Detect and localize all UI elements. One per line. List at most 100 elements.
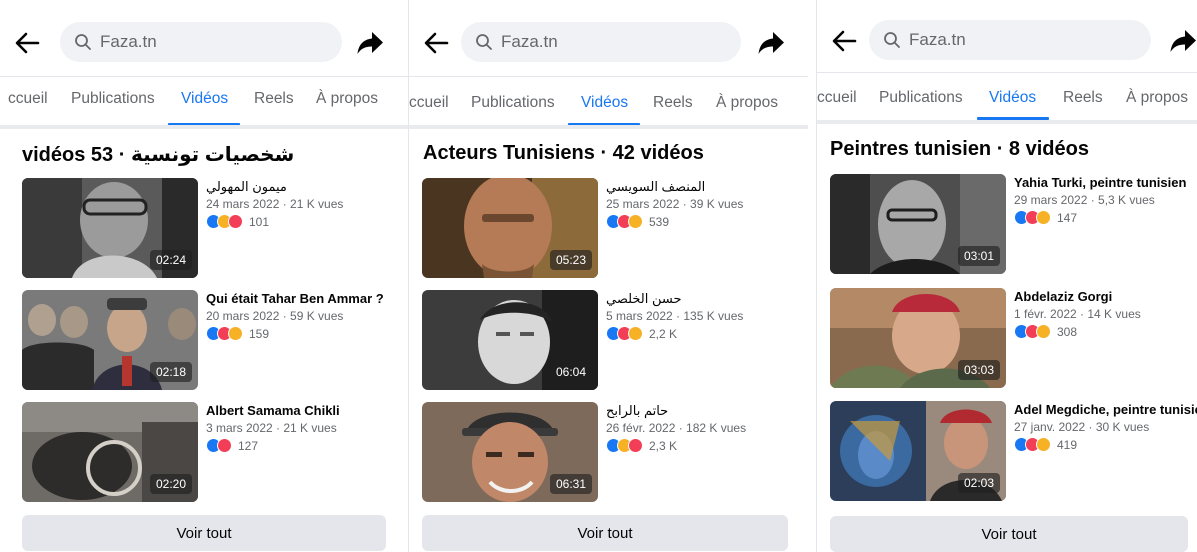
video-info: Abdelaziz Gorgi 1 févr. 2022 · 14 K vues… bbox=[1014, 288, 1197, 339]
video-page-panel: Faza.tn ccueil Publications Vidéos Reels… bbox=[817, 0, 1197, 552]
video-title[interactable]: حسن الخلصي bbox=[606, 290, 808, 307]
video-meta: 27 janv. 2022 · 30 K vues bbox=[1014, 420, 1150, 434]
page-tabs: ccueil Publications Vidéos Reels À propo… bbox=[817, 72, 1197, 122]
tab-videos[interactable]: Vidéos bbox=[989, 89, 1036, 107]
video-meta: 24 mars 2022 · 21 K vues bbox=[206, 197, 344, 211]
tab-videos[interactable]: Vidéos bbox=[181, 90, 228, 108]
reactions[interactable]: 101 bbox=[206, 214, 408, 229]
video-duration: 03:01 bbox=[957, 246, 1000, 266]
reaction-count: 308 bbox=[1057, 324, 1078, 339]
video-thumbnail[interactable]: 02:24 bbox=[22, 178, 198, 278]
tab-videos[interactable]: Vidéos bbox=[581, 94, 628, 112]
video-title[interactable]: حاتم بالرابح bbox=[606, 402, 808, 419]
video-thumbnail[interactable]: 02:03 bbox=[830, 401, 1006, 501]
video-thumbnail[interactable]: 02:18 bbox=[22, 290, 198, 390]
video-info: Yahia Turki, peintre tunisien 29 mars 20… bbox=[1014, 174, 1197, 225]
share-icon[interactable] bbox=[356, 30, 384, 56]
video-info: ميمون المهولي 24 mars 2022 · 21 K vues 1… bbox=[206, 178, 408, 229]
reaction-count: 2,3 K bbox=[649, 438, 678, 453]
back-arrow-icon[interactable] bbox=[14, 30, 40, 56]
reactions[interactable]: 308 bbox=[1014, 324, 1197, 339]
video-duration: 03:03 bbox=[957, 360, 1000, 380]
tab-accueil[interactable]: ccueil bbox=[817, 89, 857, 107]
video-item[interactable]: 02:03 Adel Megdiche, peintre tunisien 27… bbox=[830, 401, 1197, 501]
see-all-button[interactable]: Voir tout bbox=[830, 516, 1188, 552]
video-item[interactable]: 06:04 حسن الخلصي 5 mars 2022 · 135 K vue… bbox=[422, 290, 808, 390]
reactions[interactable]: 2,2 K bbox=[606, 326, 808, 341]
playlist-heading: Peintres tunisien · 8 vidéos bbox=[830, 138, 1089, 160]
search-input[interactable]: Faza.tn bbox=[461, 22, 741, 62]
love-icon bbox=[228, 214, 243, 229]
reactions[interactable]: 159 bbox=[206, 326, 408, 341]
reactions[interactable]: 539 bbox=[606, 214, 808, 229]
video-duration: 02:03 bbox=[957, 473, 1000, 493]
video-thumbnail[interactable]: 03:01 bbox=[830, 174, 1006, 274]
reactions[interactable]: 2,3 K bbox=[606, 438, 808, 453]
reaction-count: 127 bbox=[238, 438, 259, 453]
tabs-divider bbox=[0, 125, 408, 129]
video-duration: 06:04 bbox=[549, 362, 592, 382]
tab-publications[interactable]: Publications bbox=[471, 94, 555, 112]
video-info: المنصف السويسي 25 mars 2022 · 39 K vues … bbox=[606, 178, 808, 229]
video-thumbnail[interactable]: 06:04 bbox=[422, 290, 598, 390]
video-item[interactable]: 02:24 ميمون المهولي 24 mars 2022 · 21 K … bbox=[22, 178, 408, 278]
video-thumbnail[interactable]: 03:03 bbox=[830, 288, 1006, 388]
video-duration: 02:24 bbox=[149, 250, 192, 270]
video-thumbnail[interactable]: 02:20 bbox=[22, 402, 198, 502]
top-bar: Faza.tn bbox=[409, 0, 808, 76]
see-all-button[interactable]: Voir tout bbox=[22, 515, 386, 551]
video-thumbnail[interactable]: 06:31 bbox=[422, 402, 598, 502]
see-all-button[interactable]: Voir tout bbox=[422, 515, 788, 551]
search-value: Faza.tn bbox=[501, 32, 558, 51]
top-bar: Faza.tn bbox=[0, 0, 408, 76]
video-thumbnail[interactable]: 05:23 bbox=[422, 178, 598, 278]
page-tabs: ccueil Publications Vidéos Reels À propo… bbox=[0, 76, 408, 126]
video-title[interactable]: المنصف السويسي bbox=[606, 178, 808, 195]
video-item[interactable]: 06:31 حاتم بالرابح 26 févr. 2022 · 182 K… bbox=[422, 402, 808, 502]
page-tabs: ccueil Publications Vidéos Reels À propo… bbox=[409, 76, 808, 126]
search-icon bbox=[476, 34, 492, 50]
search-input[interactable]: Faza.tn bbox=[869, 20, 1151, 60]
video-duration: 06:31 bbox=[549, 474, 592, 494]
share-icon[interactable] bbox=[757, 30, 785, 56]
reaction-count: 159 bbox=[249, 326, 270, 341]
back-arrow-icon[interactable] bbox=[423, 30, 449, 56]
tab-accueil[interactable]: ccueil bbox=[409, 94, 449, 112]
tab-a-propos[interactable]: À propos bbox=[716, 94, 778, 112]
video-item[interactable]: 03:03 Abdelaziz Gorgi 1 févr. 2022 · 14 … bbox=[830, 288, 1197, 388]
reactions[interactable]: 127 bbox=[206, 438, 408, 453]
care-icon bbox=[1036, 324, 1051, 339]
care-icon bbox=[628, 326, 643, 341]
video-item[interactable]: 05:23 المنصف السويسي 25 mars 2022 · 39 K… bbox=[422, 178, 808, 278]
video-item[interactable]: 02:18 Qui était Tahar Ben Ammar ? 20 mar… bbox=[22, 290, 408, 390]
tab-publications[interactable]: Publications bbox=[71, 90, 155, 108]
reactions[interactable]: 419 bbox=[1014, 437, 1197, 452]
tab-a-propos[interactable]: À propos bbox=[316, 90, 378, 108]
tab-reels[interactable]: Reels bbox=[1063, 89, 1103, 107]
tab-publications[interactable]: Publications bbox=[879, 89, 963, 107]
tab-accueil[interactable]: ccueil bbox=[8, 90, 48, 108]
video-title[interactable]: Yahia Turki, peintre tunisien bbox=[1014, 174, 1197, 191]
video-page-panel: Faza.tn ccueil Publications Vidéos Reels… bbox=[409, 0, 808, 552]
search-value: Faza.tn bbox=[100, 32, 157, 51]
tab-reels[interactable]: Reels bbox=[254, 90, 294, 108]
back-arrow-icon[interactable] bbox=[831, 28, 857, 54]
search-input[interactable]: Faza.tn bbox=[60, 22, 342, 62]
video-title[interactable]: Adel Megdiche, peintre tunisien bbox=[1014, 401, 1197, 418]
video-title[interactable]: Abdelaziz Gorgi bbox=[1014, 288, 1197, 305]
video-title[interactable]: ميمون المهولي bbox=[206, 178, 408, 195]
video-item[interactable]: 02:20 Albert Samama Chikli 3 mars 2022 ·… bbox=[22, 402, 408, 502]
tab-a-propos[interactable]: À propos bbox=[1126, 89, 1188, 107]
top-bar: Faza.tn bbox=[817, 0, 1197, 76]
video-title[interactable]: Qui était Tahar Ben Ammar ? bbox=[206, 290, 408, 307]
tab-reels[interactable]: Reels bbox=[653, 94, 693, 112]
share-icon[interactable] bbox=[1169, 28, 1197, 54]
video-duration: 02:20 bbox=[149, 474, 192, 494]
video-meta: 29 mars 2022 · 5,3 K vues bbox=[1014, 193, 1155, 207]
video-info: Adel Megdiche, peintre tunisien 27 janv.… bbox=[1014, 401, 1197, 452]
search-value: Faza.tn bbox=[909, 30, 966, 49]
screenshot-collage: Faza.tn ccueil Publications Vidéos Reels… bbox=[0, 0, 1197, 552]
reactions[interactable]: 147 bbox=[1014, 210, 1197, 225]
video-item[interactable]: 03:01 Yahia Turki, peintre tunisien 29 m… bbox=[830, 174, 1197, 274]
video-title[interactable]: Albert Samama Chikli bbox=[206, 402, 408, 419]
